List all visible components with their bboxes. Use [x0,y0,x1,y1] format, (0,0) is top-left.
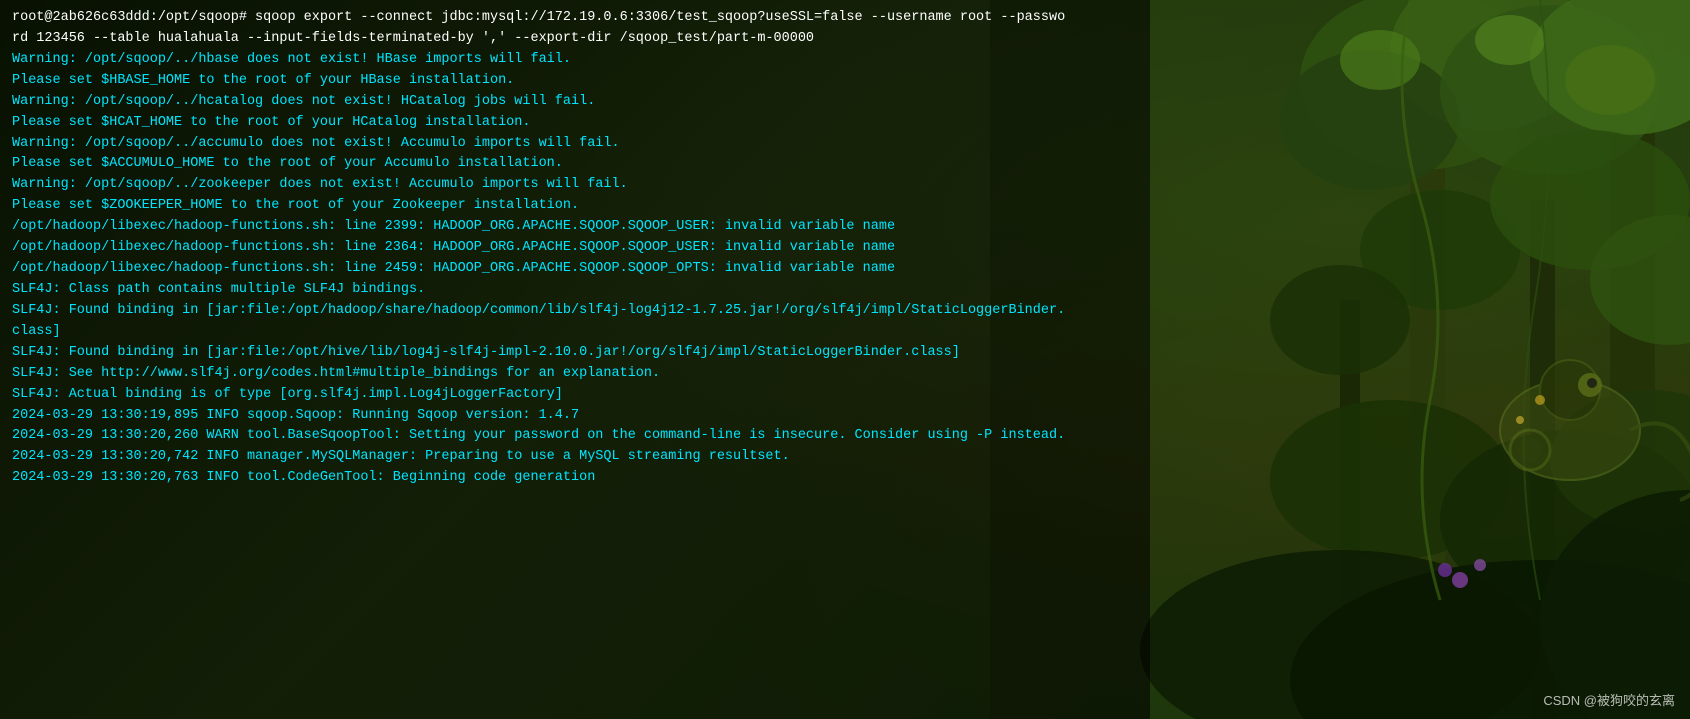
terminal-line: 2024-03-29 13:30:20,260 WARN tool.BaseSq… [12,426,1678,447]
terminal-line: Please set $ZOOKEEPER_HOME to the root o… [12,196,1678,217]
terminal-line: Please set $HBASE_HOME to the root of yo… [12,71,1678,92]
terminal-line: /opt/hadoop/libexec/hadoop-functions.sh:… [12,217,1678,238]
terminal-line: Warning: /opt/sqoop/../accumulo does not… [12,134,1678,155]
terminal-line: SLF4J: Actual binding is of type [org.sl… [12,385,1678,406]
terminal-line: SLF4J: See http://www.slf4j.org/codes.ht… [12,364,1678,385]
terminal-line: Please set $HCAT_HOME to the root of you… [12,113,1678,134]
terminal-line: 2024-03-29 13:30:20,763 INFO tool.CodeGe… [12,468,1678,489]
terminal-line: Warning: /opt/sqoop/../hcatalog does not… [12,92,1678,113]
terminal-output: root@2ab626c63ddd:/opt/sqoop# sqoop expo… [12,8,1678,489]
terminal-line: Warning: /opt/sqoop/../zookeeper does no… [12,175,1678,196]
terminal-line: Warning: /opt/sqoop/../hbase does not ex… [12,50,1678,71]
terminal-line: Please set $ACCUMULO_HOME to the root of… [12,154,1678,175]
terminal-line: /opt/hadoop/libexec/hadoop-functions.sh:… [12,259,1678,280]
terminal-line: SLF4J: Class path contains multiple SLF4… [12,280,1678,301]
terminal: root@2ab626c63ddd:/opt/sqoop# sqoop expo… [0,0,1690,719]
watermark-text: CSDN @被狗咬的玄离 [1543,693,1675,708]
terminal-line: /opt/hadoop/libexec/hadoop-functions.sh:… [12,238,1678,259]
terminal-line: SLF4J: Found binding in [jar:file:/opt/h… [12,301,1678,322]
terminal-line: SLF4J: Found binding in [jar:file:/opt/h… [12,343,1678,364]
terminal-line: 2024-03-29 13:30:19,895 INFO sqoop.Sqoop… [12,406,1678,427]
terminal-line: 2024-03-29 13:30:20,742 INFO manager.MyS… [12,447,1678,468]
terminal-line: class] [12,322,1678,343]
terminal-line: root@2ab626c63ddd:/opt/sqoop# sqoop expo… [12,8,1678,29]
watermark: CSDN @被狗咬的玄离 [1543,690,1675,709]
terminal-line: rd 123456 --table hualahuala --input-fie… [12,29,1678,50]
